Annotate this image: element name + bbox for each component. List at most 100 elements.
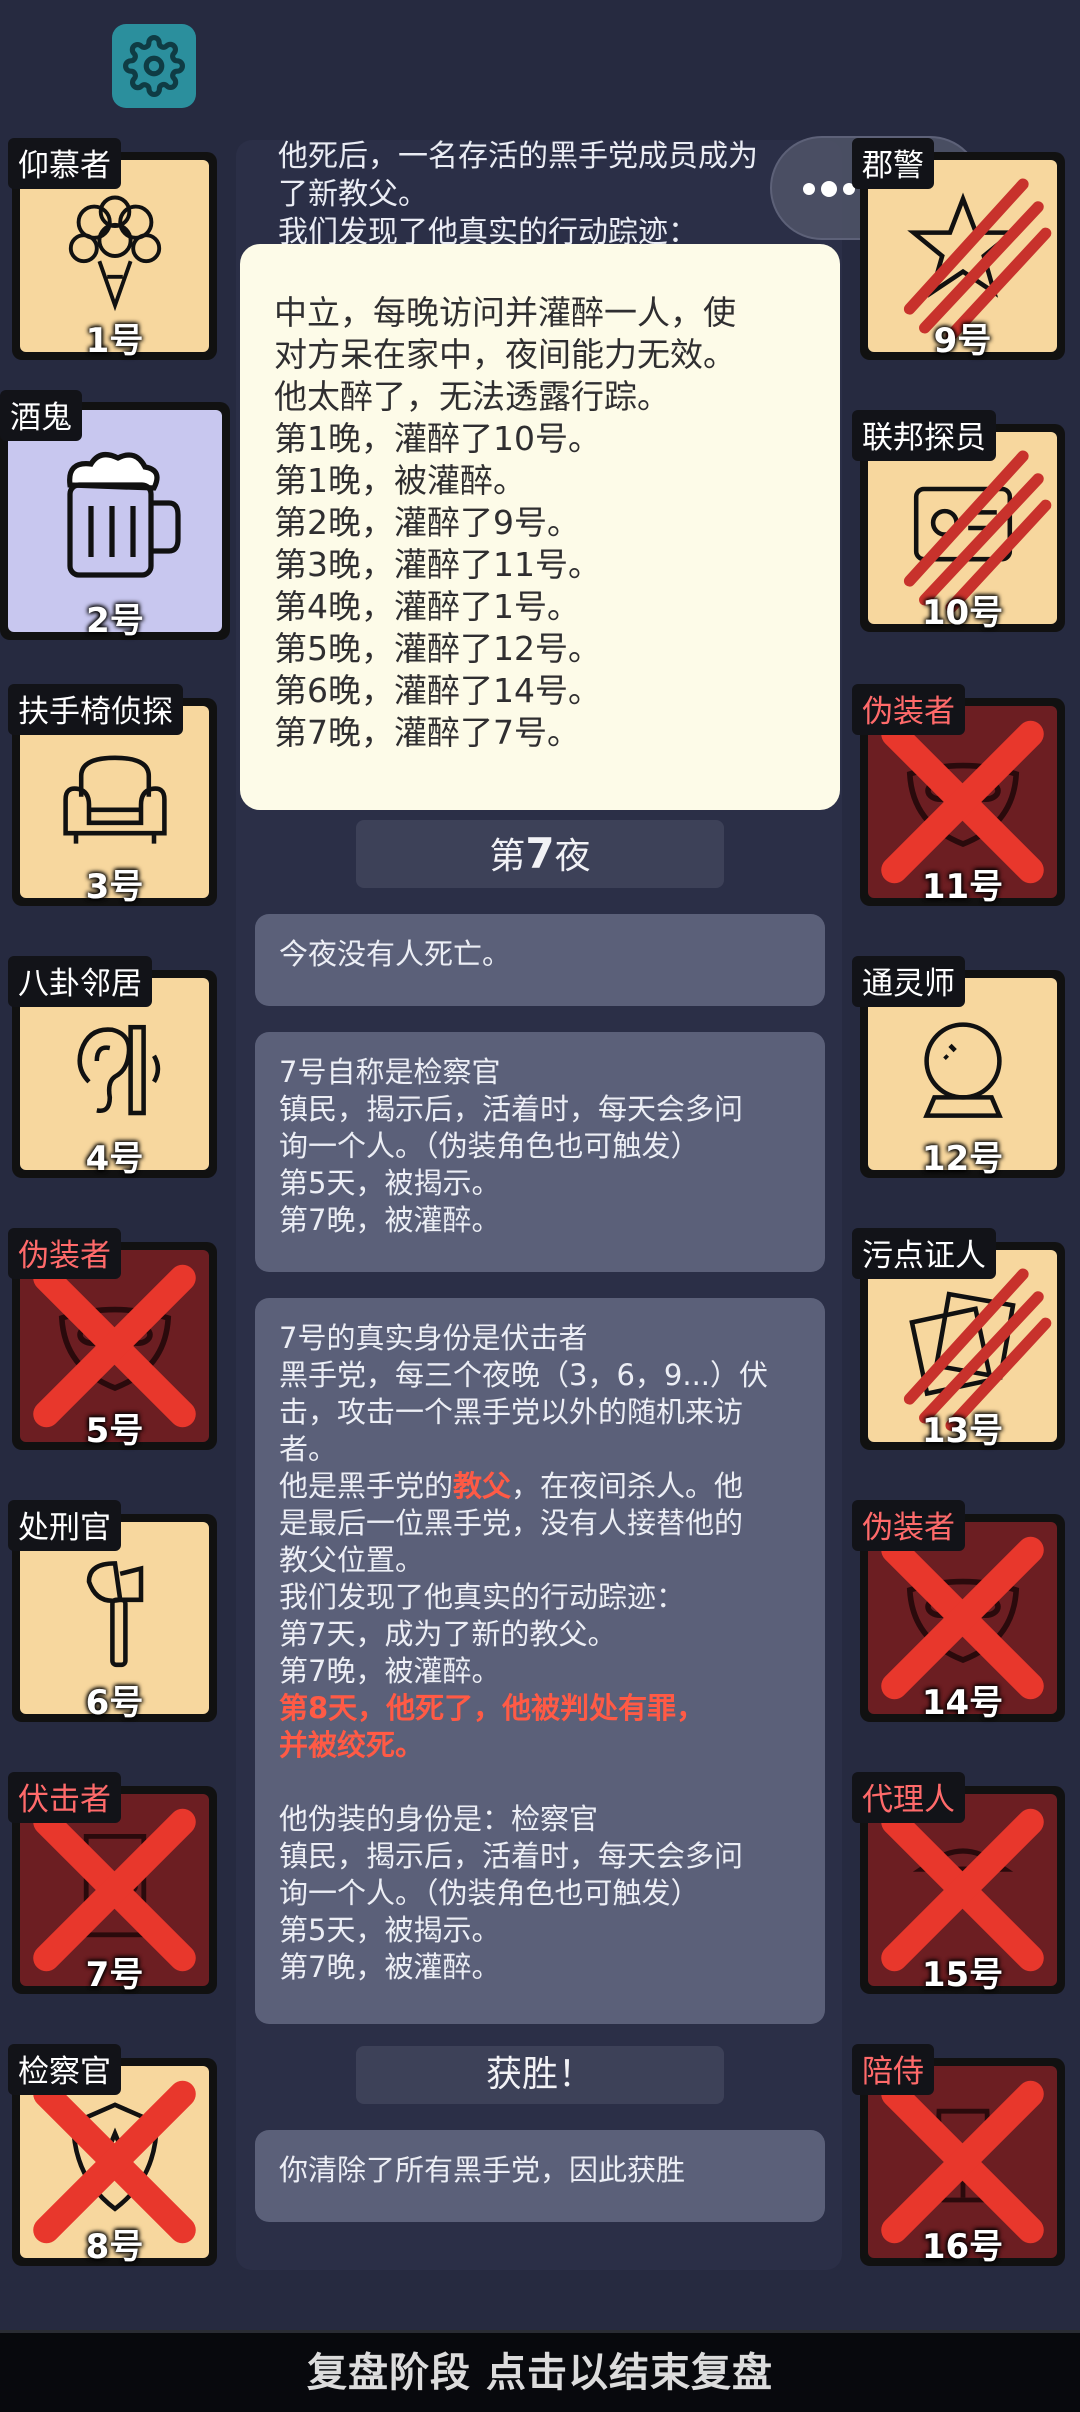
- player-number: 4号: [85, 1139, 144, 1179]
- log-line: 黑手党，每三个夜晚（3，6，9...）伏: [279, 1358, 769, 1392]
- popup-line: 中立，每晚访问并灌醉一人，使: [274, 293, 736, 332]
- role-label: 扶手椅侦探: [8, 684, 183, 735]
- player-card-13[interactable]: 污点证人 13号: [852, 1228, 1065, 1451]
- beer-mug-icon: [67, 452, 181, 578]
- log-line: 者。: [279, 1432, 338, 1466]
- log-bubble-reveal: 7号的真实身份是伏击者 黑手党，每三个夜晚（3，6，9...）伏 击，攻击一个黑…: [255, 1298, 825, 2024]
- end-review-button[interactable]: 复盘阶段 点击以结束复盘: [0, 2330, 1080, 2412]
- role-label: 仰慕者: [8, 138, 121, 189]
- log-line: 是最后一位黑手党，没有人接替他的: [279, 1506, 744, 1540]
- log-bubble-claim: 7号自称是检察官 镇民，揭示后，活着时，每天会多问 询一个人。（伪装角色也可触发…: [255, 1032, 825, 1272]
- player-number: 5号: [85, 1411, 144, 1451]
- log-line: 第5天，被揭示。: [279, 1913, 501, 1947]
- log-line: 镇民，揭示后，活着时，每天会多问: [279, 1839, 744, 1873]
- player-card-10[interactable]: 联邦探员 10号: [852, 410, 1065, 633]
- log-line: 第7晚，被灌醉。: [279, 1654, 501, 1688]
- role-label: 陪侍: [852, 2044, 934, 2095]
- role-label: 酒鬼: [0, 390, 82, 441]
- log-line: 第7晚，被灌醉。: [279, 1203, 501, 1237]
- player-number: 12号: [921, 1139, 1004, 1179]
- popup-line: 第4晚，灌醉了1号。: [274, 587, 580, 626]
- player-card-8[interactable]: 检察官 8号: [8, 2044, 217, 2267]
- night-suffix: 夜: [554, 836, 591, 877]
- player-number: 15号: [921, 1955, 1004, 1995]
- player-card-1[interactable]: 仰慕者 1号: [8, 138, 217, 361]
- night-prefix: 第: [489, 836, 526, 877]
- log-line: 了新教父。: [278, 177, 428, 212]
- popup-line: 第7晚，灌醉了7号。: [274, 713, 580, 752]
- death-line: 第8天，他死了，他被判处有罪，: [279, 1691, 706, 1725]
- night-header: 第7夜: [356, 820, 724, 888]
- armchair-icon: [62, 755, 167, 844]
- log-line-godfather: 他是黑手党的教父，在夜间杀人。他: [279, 1468, 801, 1505]
- log-line: 你清除了所有黑手党，因此获胜: [279, 2153, 686, 2187]
- role-label: 伏击者: [8, 1772, 121, 1823]
- log-line: 我们发现了他真实的行动踪迹：: [279, 1580, 686, 1614]
- victory-header: 获胜！: [356, 2046, 724, 2104]
- player-number: 8号: [85, 2227, 144, 2267]
- player-number: 6号: [85, 1683, 144, 1723]
- player-card-2[interactable]: 酒鬼 2号: [0, 390, 230, 641]
- role-label: 通灵师: [852, 956, 965, 1007]
- role-detail-popup[interactable]: 中立，每晚访问并灌醉一人，使 对方呆在家中，夜间能力无效。 他太醉了，无法透露行…: [240, 244, 840, 810]
- popup-line: 第1晚，被灌醉。: [274, 461, 526, 500]
- log-line: 第7晚，被灌醉。: [279, 1950, 501, 1984]
- log-line: 第7天，成为了新的教父。: [279, 1617, 617, 1651]
- right-player-column: 郡警 9号 联邦探员 10号 伪装者 11号 通灵师 12号 污点证人 13号 …: [850, 0, 1080, 2412]
- role-label: 检察官: [8, 2044, 121, 2095]
- log-line: 教父位置。: [279, 1543, 425, 1577]
- player-card-14[interactable]: 伪装者 14号: [852, 1500, 1065, 1723]
- end-review-label: 复盘阶段 点击以结束复盘: [307, 2350, 773, 2396]
- role-label: 处刑官: [8, 1500, 121, 1551]
- player-number: 9号: [933, 321, 992, 361]
- player-card-3[interactable]: 扶手椅侦探 3号: [8, 684, 217, 907]
- log-bubble-no-death: 今夜没有人死亡。: [255, 914, 825, 1006]
- player-card-11[interactable]: 伪装者 11号: [852, 684, 1065, 907]
- player-number: 1号: [85, 321, 144, 361]
- role-label: 伪装者: [852, 1500, 965, 1551]
- player-card-16[interactable]: 陪侍 16号: [852, 2044, 1065, 2267]
- role-label: 伪装者: [8, 1228, 121, 1279]
- player-number: 14号: [921, 1683, 1004, 1723]
- role-label: 八卦邻居: [8, 956, 152, 1007]
- log-line: 他伪装的身份是：检察官: [279, 1802, 599, 1836]
- log-top-text: 他死后，一名存活的黑手党成员成为 了新教父。 我们发现了他真实的行动踪迹：: [278, 138, 818, 252]
- player-number: 13号: [921, 1411, 1004, 1451]
- role-label: 代理人: [852, 1772, 965, 1823]
- player-number: 3号: [85, 867, 144, 907]
- player-number: 2号: [86, 601, 144, 641]
- death-line: 并被绞死。: [279, 1728, 425, 1762]
- popup-line: 第6晚，灌醉了14号。: [274, 671, 601, 710]
- victory-title: 获胜！: [485, 2054, 594, 2095]
- popup-line: 第2晚，灌醉了9号。: [274, 503, 580, 542]
- player-card-4[interactable]: 八卦邻居 4号: [8, 956, 217, 1179]
- player-card-6[interactable]: 处刑官 6号: [8, 1500, 217, 1723]
- godfather-highlight: 教父: [453, 1469, 512, 1503]
- ear-icon: [76, 1024, 160, 1116]
- role-label: 污点证人: [852, 1228, 996, 1279]
- popup-line: 他太醉了，无法透露行踪。: [274, 377, 670, 416]
- player-card-5[interactable]: 伪装者 5号: [8, 1228, 217, 1451]
- log-line: 询一个人。（伪装角色也可触发）: [279, 1129, 700, 1163]
- player-card-15[interactable]: 代理人 15号: [852, 1772, 1065, 1995]
- popup-line: 第3晚，灌醉了11号。: [274, 545, 601, 584]
- axe-icon: [86, 1561, 143, 1668]
- player-card-7[interactable]: 伏击者 7号: [8, 1772, 217, 1995]
- role-label: 联邦探员: [852, 410, 996, 461]
- player-number: 16号: [921, 2227, 1004, 2267]
- log-line: 他死后，一名存活的黑手党成员成为: [278, 139, 758, 174]
- log-line: 今夜没有人死亡。: [279, 937, 512, 971]
- flower-bouquet-icon: [68, 195, 161, 312]
- player-number: 10号: [921, 593, 1004, 633]
- log-line: 询一个人。（伪装角色也可触发）: [279, 1876, 700, 1910]
- popup-line: 第1晚，灌醉了10号。: [274, 419, 601, 458]
- popup-line: 对方呆在家中，夜间能力无效。: [274, 335, 736, 374]
- log-line: 镇民，揭示后，活着时，每天会多问: [279, 1092, 744, 1126]
- crystal-ball-icon: [922, 1022, 1003, 1118]
- player-card-9[interactable]: 郡警 9号: [852, 138, 1065, 361]
- player-card-12[interactable]: 通灵师 12号: [852, 956, 1065, 1179]
- log-line: 7号的真实身份是伏击者: [279, 1321, 588, 1355]
- player-number: 11号: [921, 867, 1004, 907]
- log-text: ，在夜间杀人。他: [511, 1469, 744, 1503]
